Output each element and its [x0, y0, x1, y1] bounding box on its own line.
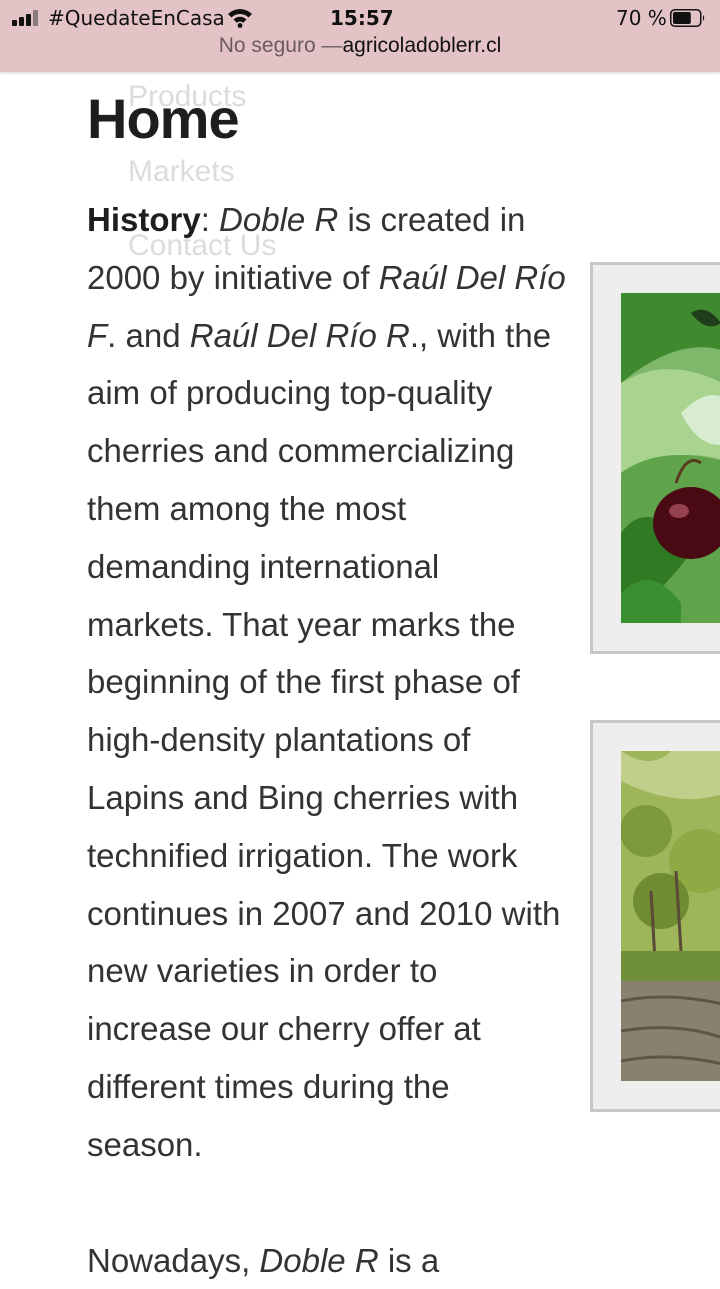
history-label: History: [87, 201, 201, 238]
battery-icon: [670, 9, 705, 27]
history-text-run: Doble R: [219, 201, 339, 238]
cherry-photo-frame[interactable]: [590, 262, 720, 654]
status-bar: #QuedateEnCasa 15:57 70 %: [0, 0, 720, 36]
nowadays-text-run: is a: [378, 1241, 440, 1279]
address-bar[interactable]: No seguro —agricoladoblerr.cl: [0, 34, 720, 58]
history-text-run: . and: [107, 316, 190, 354]
orchard-photo-frame[interactable]: [590, 720, 720, 1112]
address-domain: agricoladoblerr.cl: [342, 34, 502, 57]
history-text-run: ., with the aim of producing top-quality…: [87, 316, 561, 1163]
status-time: 15:57: [330, 6, 394, 30]
carrier-label: #QuedateEnCasa: [48, 6, 225, 30]
cherry-photo: [621, 293, 720, 623]
nav-link-markets[interactable]: Markets: [128, 155, 235, 189]
insecure-label: No seguro —: [218, 34, 343, 57]
browser-top-bar: #QuedateEnCasa 15:57 70 % No seguro —agr…: [0, 0, 720, 72]
orchard-photo: [621, 751, 720, 1081]
nowadays-paragraph: Nowadays, Doble R is a: [87, 1232, 567, 1289]
nowadays-text-run: Nowadays,: [87, 1241, 260, 1279]
nowadays-text-run: Doble R: [259, 1241, 379, 1279]
history-text-run: :: [200, 201, 220, 238]
history-text-run: Raúl Del Río R: [189, 316, 410, 354]
battery-percent: 70 %: [616, 6, 667, 30]
history-text: : Doble R is created in 2000 by initiati…: [87, 201, 566, 1163]
cell-signal-icon: [12, 10, 42, 26]
page-title: Home: [87, 87, 240, 150]
history-paragraph: History: Doble R is created in 2000 by i…: [87, 191, 567, 1174]
history-article: History: Doble R is created in 2000 by i…: [87, 191, 567, 1289]
wifi-icon: [228, 9, 252, 28]
